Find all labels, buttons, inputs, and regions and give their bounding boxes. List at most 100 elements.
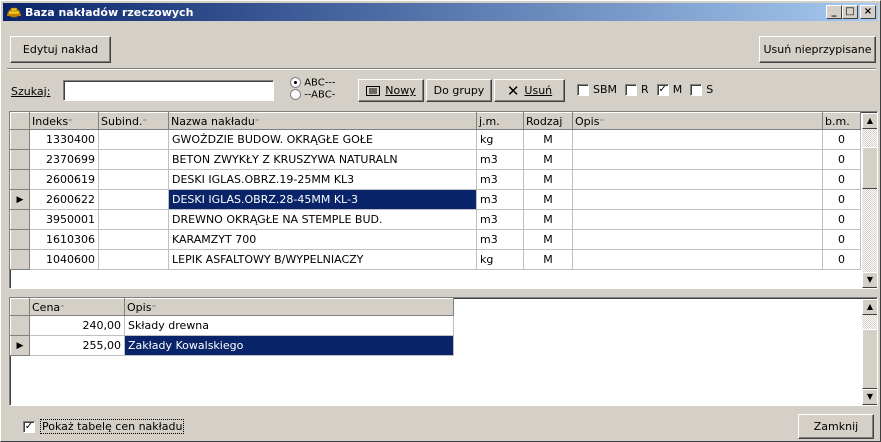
cell-subind[interactable] bbox=[98, 209, 169, 230]
cell-bm[interactable]: 0 bbox=[822, 149, 861, 170]
header-jm[interactable]: j.m. bbox=[476, 112, 524, 130]
table-row-selected[interactable]: ▶ 2600622 DESKI IGLAS.OBRZ.28-45MM KL-3 … bbox=[10, 189, 861, 210]
cell-opis[interactable] bbox=[572, 209, 823, 230]
header-opis-cena[interactable]: Opis⁼ bbox=[124, 298, 454, 316]
cell-nazwa[interactable]: BETON ZWYKŁY Z KRUSZYWA NATURALN bbox=[168, 149, 477, 170]
table-row[interactable]: 3950001 DREWNO OKRĄGŁE NA STEMPLE BUD. m… bbox=[10, 209, 861, 230]
cell-rodzaj[interactable]: M bbox=[523, 169, 573, 190]
remove-unassigned-button[interactable]: Usuń nieprzypisane bbox=[759, 36, 876, 63]
cell-bm[interactable]: 0 bbox=[822, 169, 861, 190]
filter-s-checkbox[interactable] bbox=[690, 83, 703, 96]
header-cena[interactable]: Cena⁼ bbox=[29, 298, 125, 316]
cell-jm[interactable]: m3 bbox=[476, 189, 524, 210]
scroll-down-icon[interactable]: ▼ bbox=[862, 389, 877, 405]
materials-grid[interactable]: Indeks⁼ Subind.⁼ Nazwa nakładu⁼ j.m. Rod… bbox=[9, 111, 878, 289]
table-row[interactable]: 1330400 GWOŹDZIE BUDOW. OKRĄGŁE GOŁE kg … bbox=[10, 129, 861, 150]
to-group-button[interactable]: Do grupy bbox=[426, 79, 492, 102]
header-opis[interactable]: Opis⁼ bbox=[572, 112, 823, 130]
cell-rodzaj[interactable]: M bbox=[523, 209, 573, 230]
table-row[interactable]: 2370699 BETON ZWYKŁY Z KRUSZYWA NATURALN… bbox=[10, 149, 861, 170]
cell-opis[interactable] bbox=[572, 129, 823, 150]
cell-nazwa[interactable]: KARAMZYT 700 bbox=[168, 229, 477, 250]
maximize-button[interactable]: □ bbox=[842, 5, 858, 19]
cell-opis[interactable]: Składy drewna bbox=[124, 315, 454, 336]
delete-button[interactable]: ✕ Usuń bbox=[494, 79, 565, 102]
close-window-button[interactable]: × bbox=[860, 5, 876, 19]
cell-subind[interactable] bbox=[98, 169, 169, 190]
cell-nazwa[interactable]: LEPIK ASFALTOWY B/WYPELNIACZY bbox=[168, 249, 477, 270]
cell-indeks[interactable]: 3950001 bbox=[29, 209, 99, 230]
price-row-selected[interactable]: ▶ 255,00 Zakłady Kowalskiego bbox=[10, 335, 454, 356]
cell-rodzaj[interactable]: M bbox=[523, 229, 573, 250]
cell-bm[interactable]: 0 bbox=[822, 229, 861, 250]
scroll-thumb[interactable] bbox=[862, 329, 877, 389]
price-row[interactable]: 240,00 Składy drewna bbox=[10, 315, 454, 336]
cell-subind[interactable] bbox=[98, 229, 169, 250]
cell-nazwa[interactable]: GWOŹDZIE BUDOW. OKRĄGŁE GOŁE bbox=[168, 129, 477, 150]
edit-button[interactable]: Edytuj nakład bbox=[10, 36, 111, 63]
cell-indeks[interactable]: 2600622 bbox=[29, 189, 99, 210]
cell-jm[interactable]: m3 bbox=[476, 169, 524, 190]
header-nazwa[interactable]: Nazwa nakładu⁼ bbox=[168, 112, 477, 130]
cell-indeks[interactable]: 1330400 bbox=[29, 129, 99, 150]
scroll-down-icon[interactable]: ▼ bbox=[862, 272, 877, 288]
cell-subind[interactable] bbox=[98, 249, 169, 270]
cell-bm[interactable]: 0 bbox=[822, 209, 861, 230]
cell-jm[interactable]: m3 bbox=[476, 229, 524, 250]
show-prices-checkbox[interactable]: ✓ bbox=[23, 420, 35, 433]
cell-opis[interactable] bbox=[572, 169, 823, 190]
cell-jm[interactable]: m3 bbox=[476, 209, 524, 230]
radio-asc[interactable] bbox=[290, 77, 301, 88]
show-prices-option[interactable]: ✓ Pokaż tabelę cen nakładu bbox=[23, 419, 185, 434]
filter-sbm-checkbox[interactable] bbox=[577, 83, 589, 96]
cell-rodzaj[interactable]: M bbox=[523, 189, 573, 210]
cell-subind[interactable] bbox=[98, 189, 169, 210]
cell-opis[interactable] bbox=[572, 229, 823, 250]
table-row[interactable]: 1610306 KARAMZYT 700 m3 M 0 bbox=[10, 229, 861, 250]
cell-indeks[interactable]: 2370699 bbox=[29, 149, 99, 170]
cell-bm[interactable]: 0 bbox=[822, 189, 861, 210]
cell-rodzaj[interactable]: M bbox=[523, 249, 573, 270]
cell-cena[interactable]: 255,00 bbox=[29, 335, 125, 356]
cell-nazwa[interactable]: DESKI IGLAS.OBRZ.19-25MM KL3 bbox=[168, 169, 477, 190]
header-indeks[interactable]: Indeks⁼ bbox=[29, 112, 99, 130]
prices-grid[interactable]: Cena⁼ Opis⁼ 240,00 Składy drewna ▶ 255,0… bbox=[9, 297, 878, 406]
table-row[interactable]: 2600619 DESKI IGLAS.OBRZ.19-25MM KL3 m3 … bbox=[10, 169, 861, 190]
scroll-thumb[interactable] bbox=[862, 147, 877, 189]
new-button[interactable]: Nowy bbox=[358, 79, 424, 102]
cell-opis[interactable] bbox=[572, 149, 823, 170]
sort-desc-option[interactable]: --ABC- bbox=[290, 88, 336, 100]
cell-cena[interactable]: 240,00 bbox=[29, 315, 125, 336]
cell-rodzaj[interactable]: M bbox=[523, 149, 573, 170]
header-rodzaj[interactable]: Rodzaj bbox=[523, 112, 573, 130]
close-button[interactable]: Zamknij bbox=[798, 414, 874, 439]
cell-opis[interactable]: Zakłady Kowalskiego bbox=[124, 335, 454, 356]
table-row[interactable]: 1040600 LEPIK ASFALTOWY B/WYPELNIACZY kg… bbox=[10, 249, 861, 270]
cell-indeks[interactable]: 1610306 bbox=[29, 229, 99, 250]
cell-nazwa[interactable]: DESKI IGLAS.OBRZ.28-45MM KL-3 bbox=[168, 189, 477, 210]
search-input[interactable] bbox=[63, 80, 274, 101]
cell-opis[interactable] bbox=[572, 189, 823, 210]
cell-indeks[interactable]: 2600619 bbox=[29, 169, 99, 190]
cell-opis[interactable] bbox=[572, 249, 823, 270]
scroll-up-icon[interactable]: ▲ bbox=[862, 113, 877, 129]
cell-subind[interactable] bbox=[98, 129, 169, 150]
header-bm[interactable]: b.m. bbox=[822, 112, 861, 130]
cell-rodzaj[interactable]: M bbox=[523, 129, 573, 150]
scroll-up-icon[interactable]: ▲ bbox=[862, 299, 877, 315]
minimize-button[interactable]: _ bbox=[826, 5, 842, 19]
materials-scrollbar[interactable]: ▲ ▼ bbox=[862, 113, 877, 288]
cell-bm[interactable]: 0 bbox=[822, 249, 861, 270]
radio-desc[interactable] bbox=[290, 88, 301, 100]
cell-jm[interactable]: m3 bbox=[476, 149, 524, 170]
header-subind[interactable]: Subind.⁼ bbox=[98, 112, 169, 130]
prices-scrollbar[interactable]: ▲ ▼ bbox=[862, 299, 877, 405]
cell-jm[interactable]: kg bbox=[476, 249, 524, 270]
cell-bm[interactable]: 0 bbox=[822, 129, 861, 150]
cell-indeks[interactable]: 1040600 bbox=[29, 249, 99, 270]
sort-asc-option[interactable]: ABC--- bbox=[290, 77, 336, 89]
cell-jm[interactable]: kg bbox=[476, 129, 524, 150]
cell-subind[interactable] bbox=[98, 149, 169, 170]
filter-r-checkbox[interactable] bbox=[625, 83, 638, 96]
filter-m-checkbox[interactable]: ✓ bbox=[656, 83, 669, 96]
